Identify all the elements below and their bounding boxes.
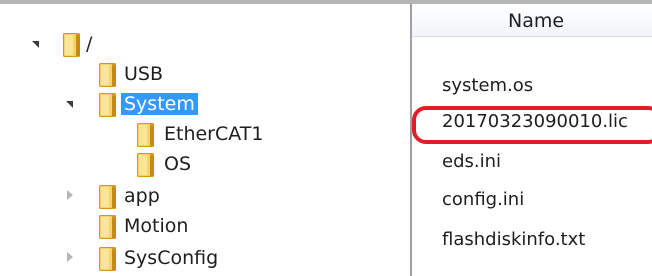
folder-icon xyxy=(96,212,120,240)
column-header-label: Name xyxy=(508,10,565,32)
tree-node-label: OS xyxy=(164,153,192,175)
folder-icon xyxy=(96,60,120,88)
folder-tree[interactable]: / USB System EtherCAT1 OS app Motion Sys… xyxy=(0,4,410,276)
expand-arrow-icon[interactable] xyxy=(64,88,78,120)
folder-icon xyxy=(134,120,158,148)
file-item[interactable]: eds.ini xyxy=(442,148,501,176)
collapse-arrow-icon[interactable] xyxy=(64,180,78,212)
tree-node-label: EtherCAT1 xyxy=(164,123,264,145)
collapse-arrow-icon[interactable] xyxy=(64,242,78,274)
column-header-name[interactable]: Name xyxy=(412,4,652,37)
tree-node-label: / xyxy=(86,33,93,55)
tree-node-label: SysConfig xyxy=(124,247,219,269)
tree-node-label: Motion xyxy=(124,215,189,237)
tree-node-label: USB xyxy=(124,63,164,85)
folder-icon xyxy=(60,30,84,58)
file-item[interactable]: flashdiskinfo.txt xyxy=(442,226,585,254)
folder-icon xyxy=(96,182,120,210)
file-item[interactable]: config.ini xyxy=(442,186,524,214)
highlight-annotation xyxy=(412,106,652,144)
expand-arrow-icon[interactable] xyxy=(30,28,44,60)
folder-icon xyxy=(134,150,158,178)
tree-node-label-selected: System xyxy=(121,93,198,115)
folder-icon xyxy=(96,90,120,118)
file-item[interactable]: system.os xyxy=(442,72,533,100)
tree-node-label: app xyxy=(124,185,160,207)
file-list: Name system.os 20170323090010.lic eds.in… xyxy=(412,4,652,276)
folder-icon xyxy=(96,244,120,272)
